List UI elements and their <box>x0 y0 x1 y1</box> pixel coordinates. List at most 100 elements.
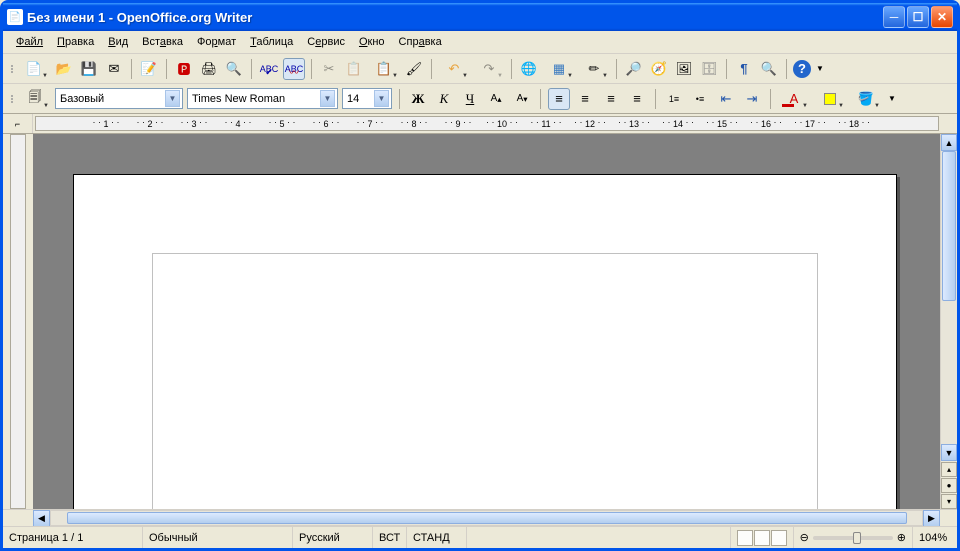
ruler-tick: · · 13 · · <box>612 117 656 130</box>
print-button[interactable]: 🖨 <box>198 58 220 80</box>
table-button[interactable]: ▦▼ <box>543 58 575 80</box>
ruler-vertical[interactable] <box>3 134 33 509</box>
font-name-combo[interactable]: Times New Roman ▼ <box>187 88 338 109</box>
nav-target-button[interactable]: ● <box>941 478 957 493</box>
ruler-tick: · · 6 · · <box>304 117 348 130</box>
zoom-percent[interactable]: 104% <box>913 527 957 548</box>
align-justify-button[interactable]: ≡ <box>626 88 648 110</box>
increase-indent-button[interactable]: ⇥ <box>741 88 763 110</box>
align-center-button[interactable]: ≡ <box>574 88 596 110</box>
hyperlink-button[interactable]: 🌐 <box>518 58 540 80</box>
ruler-tick: · · 2 · · <box>128 117 172 130</box>
find-button[interactable]: 🔎 <box>623 58 645 80</box>
menu-window[interactable]: Окно <box>352 34 392 50</box>
show-draw-button[interactable]: ✏▼ <box>578 58 610 80</box>
superscript-button[interactable]: A▴ <box>485 88 507 110</box>
scroll-up-button[interactable]: ▲ <box>941 134 957 151</box>
scroll-right-button[interactable]: ▶ <box>923 510 940 527</box>
bold-button[interactable]: Ж <box>407 88 429 110</box>
zoom-control[interactable]: ⊖ ⊕ <box>794 527 913 548</box>
zoom-out-icon[interactable]: ⊖ <box>800 531 809 544</box>
toolbar-grip[interactable] <box>9 89 15 109</box>
ruler-tick: · · 16 · · <box>744 117 788 130</box>
text-area[interactable] <box>152 253 818 509</box>
navigator-button[interactable]: 🧭 <box>648 58 670 80</box>
bullet-list-button[interactable]: •≡ <box>689 88 711 110</box>
font-size-value: 14 <box>347 93 374 105</box>
ruler-tick: · · 5 · · <box>260 117 304 130</box>
toolbar-more-button[interactable]: ▼ <box>886 88 898 110</box>
view-multi-page-button[interactable] <box>754 530 770 546</box>
autospell-button[interactable]: ABC〰 <box>283 58 305 80</box>
menu-tools[interactable]: Сервис <box>300 34 352 50</box>
new-button[interactable]: 📄▼ <box>18 58 50 80</box>
styles-button[interactable]: 🗐▼ <box>19 88 51 110</box>
view-single-page-button[interactable] <box>737 530 753 546</box>
save-button[interactable]: 💾 <box>78 58 100 80</box>
scroll-thumb[interactable] <box>942 151 956 301</box>
underline-button[interactable]: Ч <box>459 88 481 110</box>
spellcheck-button[interactable]: ABC✔ <box>258 58 280 80</box>
toolbar-grip[interactable] <box>9 59 15 79</box>
menubar: Файл Правка Вид Вставка Формат Таблица С… <box>3 31 957 54</box>
toolbar-more-button[interactable]: ▼ <box>814 58 826 80</box>
help-button[interactable]: ? <box>793 60 811 78</box>
paragraph-style-combo[interactable]: Базовый ▼ <box>55 88 183 109</box>
menu-view[interactable]: Вид <box>101 34 135 50</box>
font-size-combo[interactable]: 14 ▼ <box>342 88 392 109</box>
numbered-list-button[interactable]: 1≡ <box>663 88 685 110</box>
scroll-left-button[interactable]: ◀ <box>33 510 50 527</box>
edit-file-button[interactable]: 📝 <box>138 58 160 80</box>
datasources-button[interactable]: 🗄 <box>698 58 720 80</box>
menu-insert[interactable]: Вставка <box>135 34 190 50</box>
status-page-style[interactable]: Обычный <box>143 527 293 548</box>
minimize-button[interactable]: ─ <box>883 6 905 28</box>
export-pdf-button[interactable]: 🅿 <box>173 58 195 80</box>
align-right-button[interactable]: ≡ <box>600 88 622 110</box>
align-left-button[interactable]: ≡ <box>548 88 570 110</box>
ruler-tick: · · 18 · · <box>832 117 876 130</box>
menu-edit[interactable]: Правка <box>50 34 101 50</box>
decrease-indent-button[interactable]: ⇤ <box>715 88 737 110</box>
redo-button[interactable]: ↷▼ <box>473 58 505 80</box>
menu-format[interactable]: Формат <box>190 34 243 50</box>
undo-button[interactable]: ↶▼ <box>438 58 470 80</box>
menu-help[interactable]: Справка <box>392 34 449 50</box>
dropdown-icon: ▼ <box>165 90 180 107</box>
maximize-button[interactable]: ☐ <box>907 6 929 28</box>
format-paintbrush-button[interactable]: 🖌 <box>403 58 425 80</box>
subscript-button[interactable]: A▾ <box>511 88 533 110</box>
status-page[interactable]: Страница 1 / 1 <box>3 527 143 548</box>
ruler-tick: · · 15 · · <box>700 117 744 130</box>
menu-table[interactable]: Таблица <box>243 34 300 50</box>
zoom-button[interactable]: 🔍 <box>758 58 780 80</box>
ruler-horizontal[interactable]: · · 1 · ·· · 2 · ·· · 3 · ·· · 4 · ·· · … <box>35 116 939 131</box>
nonprinting-button[interactable]: ¶ <box>733 58 755 80</box>
copy-button[interactable]: 📋 <box>343 58 365 80</box>
scroll-thumb[interactable] <box>67 512 907 524</box>
highlight-button[interactable]: ▼ <box>814 88 846 110</box>
zoom-in-icon[interactable]: ⊕ <box>897 531 906 544</box>
page[interactable] <box>73 174 897 509</box>
paste-button[interactable]: 📋▼ <box>368 58 400 80</box>
close-button[interactable]: ✕ <box>931 6 953 28</box>
open-button[interactable]: 📂 <box>53 58 75 80</box>
italic-button[interactable]: К <box>433 88 455 110</box>
next-page-button[interactable]: ▾ <box>941 494 957 509</box>
status-insert-mode[interactable]: ВСТ <box>373 527 407 548</box>
gallery-button[interactable]: 🖼 <box>673 58 695 80</box>
scroll-down-button[interactable]: ▼ <box>941 444 957 461</box>
horizontal-scrollbar[interactable]: ◀ ▶ <box>3 509 957 526</box>
view-book-button[interactable] <box>771 530 787 546</box>
status-selection-mode[interactable]: СТАНД <box>407 527 467 548</box>
font-color-button[interactable]: A▼ <box>778 88 810 110</box>
print-preview-button[interactable]: 🔍 <box>223 58 245 80</box>
email-button[interactable]: ✉ <box>103 58 125 80</box>
zoom-slider[interactable] <box>813 536 893 540</box>
menu-file[interactable]: Файл <box>9 34 50 50</box>
status-language[interactable]: Русский <box>293 527 373 548</box>
vertical-scrollbar[interactable]: ▲ ▼ ▴ ● ▾ <box>940 134 957 509</box>
cut-button[interactable]: ✂ <box>318 58 340 80</box>
prev-page-button[interactable]: ▴ <box>941 462 957 477</box>
background-color-button[interactable]: 🪣▼ <box>850 88 882 110</box>
